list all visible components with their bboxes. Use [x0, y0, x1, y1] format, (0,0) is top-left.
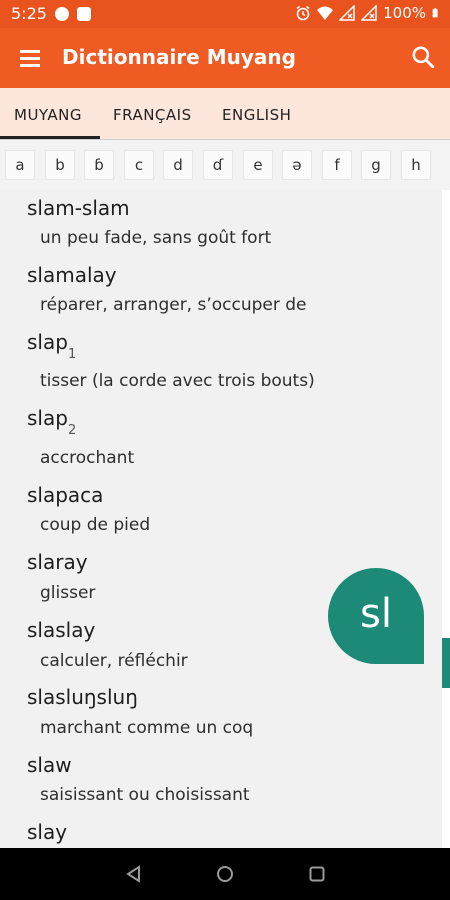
- status-icons: 100%: [295, 4, 442, 22]
- app-title: Dictionnaire Muyang: [62, 45, 296, 69]
- homonym-number: 2: [67, 423, 77, 438]
- alarm-icon: [296, 5, 310, 21]
- signal-off-icon: [361, 5, 377, 21]
- entry-headword: slaslay: [27, 618, 96, 642]
- letter-button[interactable]: ɓ: [84, 150, 114, 180]
- entry-headword: slam-slam: [27, 196, 130, 220]
- entry-headword: slap1: [27, 330, 77, 362]
- list-item[interactable]: slaray glisser: [27, 550, 95, 603]
- entry-gloss: tisser (la corde avec trois bouts): [40, 371, 315, 391]
- entry-headword: slapaca: [27, 483, 104, 507]
- battery-percent: 100%: [383, 4, 426, 22]
- notification-dot-icon: [55, 7, 69, 21]
- scrollbar-thumb[interactable]: [442, 638, 450, 688]
- entry-gloss: marchant comme un coq: [40, 718, 254, 738]
- list-item[interactable]: slamalay réparer, arranger, s’occuper de: [27, 263, 307, 315]
- letter-button[interactable]: f: [322, 150, 352, 180]
- app-bar: Dictionnaire Muyang: [0, 28, 450, 88]
- entry-gloss: réparer, arranger, s’occuper de: [40, 295, 307, 315]
- system-nav-bar: [0, 848, 450, 900]
- list-item[interactable]: slam-slam un peu fade, sans goût fort: [27, 196, 271, 248]
- list-item[interactable]: slap2 accrochant: [27, 406, 134, 468]
- battery-icon: [432, 8, 438, 18]
- home-icon[interactable]: [215, 864, 235, 884]
- entry-headword: slaw: [27, 753, 72, 777]
- letter-button[interactable]: b: [45, 150, 75, 180]
- entry-gloss: coup de pied: [40, 515, 151, 535]
- tab-english[interactable]: ENGLISH: [222, 106, 291, 124]
- letter-button[interactable]: g: [361, 150, 391, 180]
- status-bar: 5:25 100%: [0, 0, 450, 28]
- alphabet-bar: a b ɓ c d ɗ e ə f g h: [0, 140, 450, 190]
- language-tabs: MUYANG FRANÇAIS ENGLISH: [0, 88, 450, 140]
- letter-button[interactable]: ɗ: [203, 150, 233, 180]
- back-icon[interactable]: [124, 864, 144, 884]
- notification-square-icon: [77, 7, 91, 21]
- tab-francais[interactable]: FRANÇAIS: [113, 106, 192, 124]
- list-item[interactable]: slaw saisissant ou choisissant: [27, 753, 250, 805]
- letter-button[interactable]: d: [163, 150, 193, 180]
- entry-headword: slaray: [27, 550, 88, 574]
- entry-gloss: un peu fade, sans goût fort: [40, 228, 272, 248]
- letter-button[interactable]: h: [401, 150, 431, 180]
- list-item[interactable]: slapaca coup de pied: [27, 483, 150, 535]
- entry-list: slam-slam un peu fade, sans goût fort sl…: [0, 190, 450, 848]
- homonym-number: 1: [67, 347, 77, 362]
- letter-button[interactable]: a: [5, 150, 35, 180]
- list-item[interactable]: slaslay calculer, réfléchir: [27, 618, 188, 671]
- entry-headword: slap2: [27, 406, 77, 438]
- list-item[interactable]: slay: [27, 820, 67, 844]
- hamburger-menu-icon[interactable]: [18, 46, 42, 70]
- entry-headword: slamalay: [27, 263, 117, 287]
- fast-scroll-bubble: sl: [328, 568, 424, 664]
- list-item[interactable]: slap1 tisser (la corde avec trois bouts): [27, 330, 315, 391]
- recents-icon[interactable]: [307, 864, 327, 884]
- tab-muyang[interactable]: MUYANG: [14, 106, 82, 124]
- entry-gloss: calculer, réfléchir: [40, 651, 188, 671]
- status-time: 5:25: [11, 4, 47, 23]
- letter-button[interactable]: ə: [282, 150, 312, 180]
- search-icon[interactable]: [410, 44, 436, 70]
- signal-off-icon: [339, 5, 355, 21]
- entry-gloss: saisissant ou choisissant: [40, 785, 250, 805]
- entry-headword: slay: [27, 820, 68, 844]
- letter-button[interactable]: c: [124, 150, 154, 180]
- wifi-icon: [317, 6, 334, 20]
- scrollbar-track: [442, 190, 450, 848]
- list-item[interactable]: slasluŋsluŋ marchant comme un coq: [27, 685, 253, 738]
- entry-headword: slasluŋsluŋ: [27, 685, 138, 709]
- entry-gloss: accrochant: [40, 448, 135, 468]
- entry-gloss: glisser: [40, 583, 96, 603]
- letter-button[interactable]: e: [243, 150, 273, 180]
